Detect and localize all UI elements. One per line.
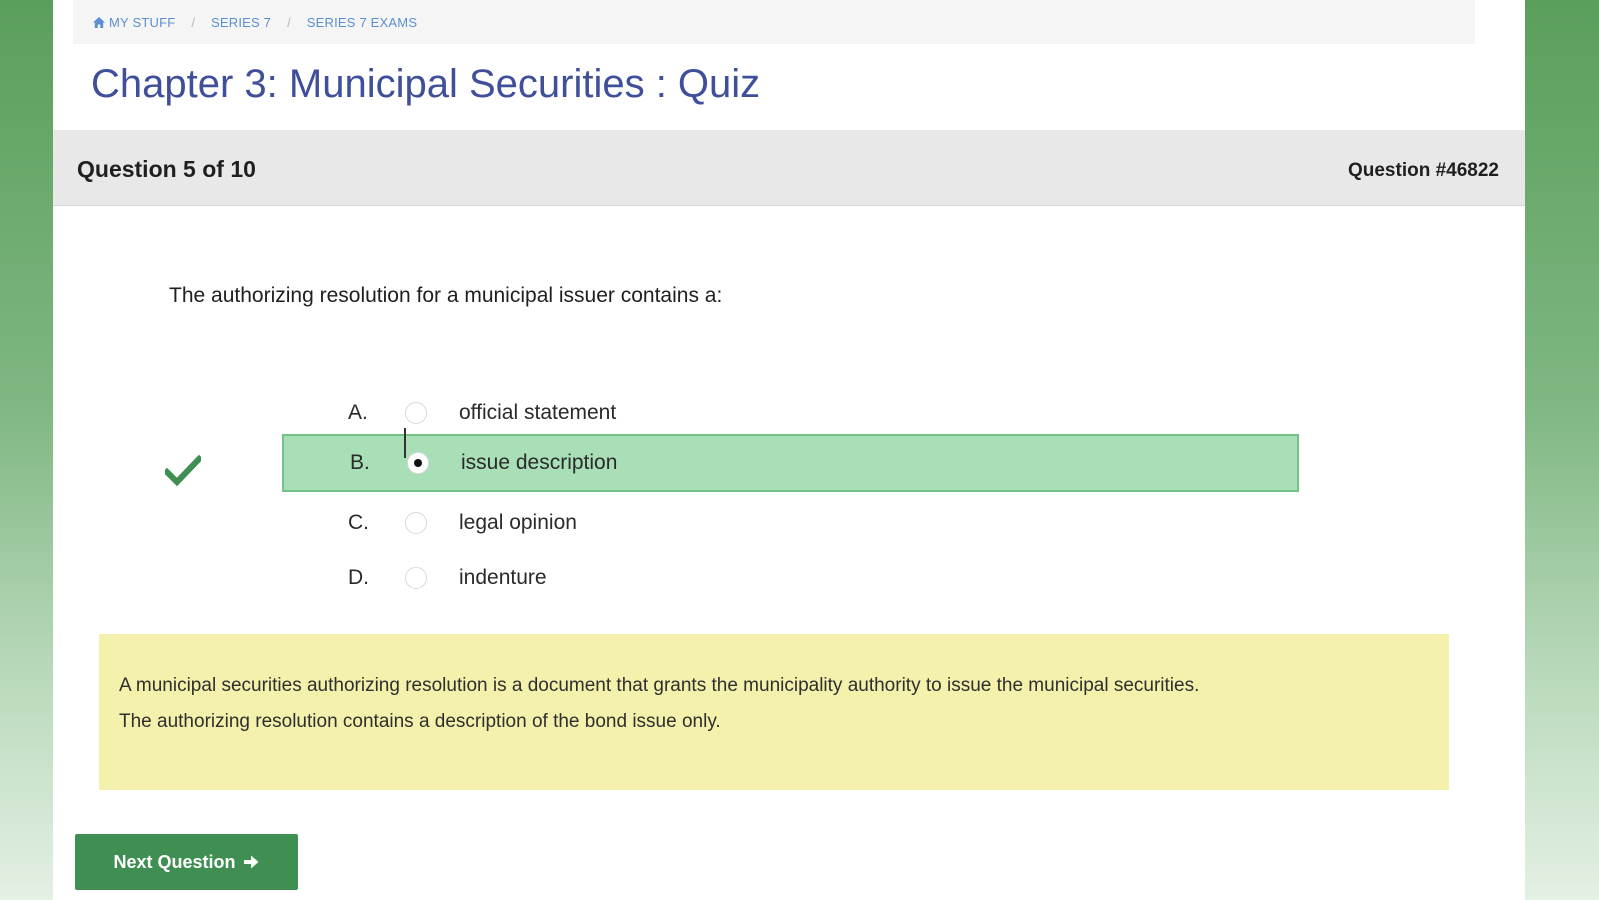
question-text: The authorizing resolution for a municip… xyxy=(169,284,723,307)
option-d-radio[interactable] xyxy=(405,567,427,589)
question-progress: Question 5 of 10 xyxy=(77,156,256,182)
checkmark-icon xyxy=(165,455,201,487)
option-c[interactable]: C. legal opinion xyxy=(282,494,1299,552)
option-d[interactable]: D. indenture xyxy=(282,549,1299,607)
breadcrumb-item-series-7[interactable]: SERIES 7 xyxy=(211,15,271,30)
option-a-radio[interactable] xyxy=(405,402,427,424)
next-question-label: Next Question xyxy=(113,851,236,872)
breadcrumb-item-my-stuff[interactable]: MY STUFF xyxy=(93,15,175,30)
question-id: Question #46822 xyxy=(1347,160,1499,181)
breadcrumb-item-series-7-exams[interactable]: SERIES 7 EXAMS xyxy=(307,15,417,30)
explanation-line-2: The authorizing resolution contains a de… xyxy=(119,711,721,732)
next-question-button[interactable]: Next Question xyxy=(75,834,298,890)
arrow-right-icon xyxy=(243,855,259,869)
option-text: issue description xyxy=(461,451,618,474)
option-text: indenture xyxy=(459,566,547,589)
option-letter: A. xyxy=(348,401,368,424)
home-icon xyxy=(93,16,105,28)
option-b-radio[interactable] xyxy=(407,452,429,474)
breadcrumb-label: MY STUFF xyxy=(109,14,176,30)
explanation-line-1: A municipal securities authorizing resol… xyxy=(119,675,1200,696)
breadcrumb: MY STUFF / SERIES 7 / SERIES 7 EXAMS xyxy=(73,0,1475,44)
breadcrumb-separator: / xyxy=(191,14,195,30)
option-b[interactable]: B. issue description xyxy=(282,434,1299,492)
option-text: legal opinion xyxy=(459,511,577,534)
breadcrumb-separator: / xyxy=(287,14,291,30)
explanation-box: A municipal securities authorizing resol… xyxy=(99,634,1449,790)
option-letter: B. xyxy=(350,451,370,474)
option-letter: C. xyxy=(348,511,369,534)
quiz-page: MY STUFF / SERIES 7 / SERIES 7 EXAMS Cha… xyxy=(53,0,1525,900)
page-title: Chapter 3: Municipal Securities : Quiz xyxy=(91,62,761,106)
text-cursor xyxy=(404,428,406,458)
option-text: official statement xyxy=(459,401,617,424)
option-letter: D. xyxy=(348,566,369,589)
question-header-bar: Question 5 of 10 Question #46822 xyxy=(53,130,1525,206)
option-c-radio[interactable] xyxy=(405,512,427,534)
